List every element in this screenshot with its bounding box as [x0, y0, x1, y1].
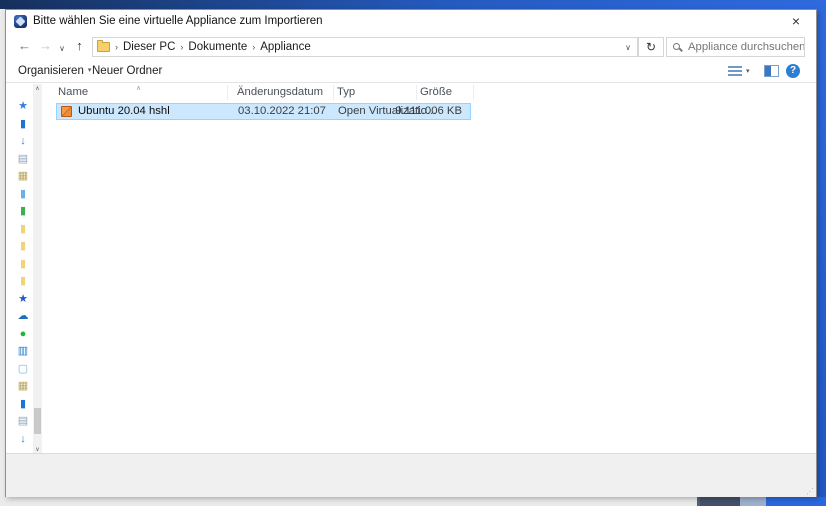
downloads-2-icon[interactable]: ↓	[20, 433, 26, 446]
3d-objects-icon[interactable]: ▢	[18, 363, 28, 376]
documents-icon[interactable]: ▤	[18, 153, 28, 166]
view-mode-chevron-icon[interactable]: ▾	[746, 66, 750, 77]
breadcrumb-this-pc[interactable]: Dieser PC	[123, 41, 175, 53]
this-pc-icon[interactable]: ▥	[18, 345, 28, 358]
column-divider[interactable]	[473, 85, 474, 100]
search-box[interactable]	[666, 37, 805, 57]
synced-folder-icon[interactable]: ▮	[20, 205, 26, 218]
breadcrumb-appliance[interactable]: Appliance	[260, 41, 311, 53]
virtualbox-icon	[14, 15, 27, 28]
resize-grip[interactable]: ⋰	[806, 488, 814, 496]
documents-2-icon[interactable]: ▤	[18, 415, 28, 428]
chevron-down-icon: ▾	[88, 67, 92, 74]
dialog-title: Bitte wählen Sie eine virtuelle Applianc…	[33, 10, 323, 33]
breadcrumb-documents[interactable]: Dokumente	[188, 41, 247, 53]
file-open-dialog: Bitte wählen Sie eine virtuelle Applianc…	[5, 9, 817, 497]
breadcrumb-separator: ›	[115, 42, 118, 52]
folder-1-icon[interactable]: ▮	[20, 223, 26, 236]
background-bottom-light	[740, 497, 766, 506]
preview-pane-icon[interactable]	[764, 65, 779, 77]
column-divider[interactable]	[227, 85, 228, 100]
address-dropdown-icon[interactable]: ∨	[625, 43, 631, 52]
folder-2-icon[interactable]: ▮	[20, 240, 26, 253]
column-header-size[interactable]: Größe	[420, 84, 452, 101]
command-bar: Organisieren▾ Neuer Ordner ▾ ?	[6, 60, 816, 83]
scroll-up-icon[interactable]: ∧	[32, 84, 43, 94]
pictures-icon[interactable]: ▦	[18, 170, 28, 183]
background-bottom-right	[766, 497, 826, 506]
file-modified-date: 03.10.2022 21:07	[238, 104, 326, 119]
column-divider[interactable]	[333, 85, 334, 100]
pictures-2-icon[interactable]: ▦	[18, 380, 28, 393]
desktop-2-icon[interactable]: ▮	[20, 398, 26, 411]
breadcrumb-separator: ›	[252, 42, 255, 52]
dialog-footer: Dateiname: ∨ Open Virtualization Format …	[6, 453, 816, 497]
refresh-icon[interactable]: ↻	[638, 37, 664, 57]
background-right-strip	[817, 0, 826, 506]
search-input[interactable]	[688, 41, 804, 53]
dropbox-icon[interactable]: ★	[18, 293, 28, 306]
search-icon	[673, 43, 682, 52]
whatsapp-icon[interactable]: ●	[20, 328, 27, 341]
folder-3-icon[interactable]: ▮	[20, 258, 26, 271]
column-header-name[interactable]: Name	[58, 84, 88, 101]
back-icon[interactable]: ←	[15, 36, 34, 55]
cloud-folder-icon[interactable]: ▮	[20, 188, 26, 201]
onedrive-icon[interactable]: ☁	[18, 310, 29, 323]
column-header-modified[interactable]: Änderungsdatum	[237, 84, 323, 101]
folder-icon	[97, 42, 110, 52]
ova-file-icon	[61, 106, 72, 117]
title-bar[interactable]: Bitte wählen Sie eine virtuelle Applianc…	[6, 10, 816, 33]
background-bottom-left	[0, 497, 697, 506]
up-icon[interactable]: ↑	[70, 36, 89, 55]
forward-icon: →	[36, 36, 55, 55]
file-row-selected[interactable]: Ubuntu 20.04 hshl 03.10.2022 21:07 Open …	[56, 103, 471, 120]
file-name: Ubuntu 20.04 hshl	[78, 104, 170, 119]
column-divider[interactable]	[416, 85, 417, 100]
sidebar-scrollbar[interactable]	[33, 84, 42, 455]
column-header-type[interactable]: Typ	[337, 84, 355, 101]
file-size: 9.111.006 KB	[395, 104, 462, 119]
breadcrumb-separator: ›	[180, 42, 183, 52]
downloads-icon[interactable]: ↓	[20, 135, 26, 148]
organize-button[interactable]: Organisieren▾	[18, 60, 91, 82]
close-icon[interactable]: ×	[780, 11, 812, 32]
desktop-icon[interactable]: ▮	[20, 118, 26, 131]
sidebar-icons: ★ ▮ ↓ ▤ ▦ ▮ ▮ ▮ ▮ ▮ ▮ ★ ☁ ● ▥ ▢ ▦ ▮ ▤ ↓	[12, 100, 34, 446]
sidebar-scrollbar-thumb[interactable]	[34, 408, 41, 434]
screen: Bitte wählen Sie eine virtuelle Applianc…	[0, 0, 826, 506]
folder-4-icon[interactable]: ▮	[20, 275, 26, 288]
background-top-strip	[0, 0, 826, 9]
sort-ascending-icon: ∧	[136, 80, 141, 97]
quick-access-icon[interactable]: ★	[18, 100, 28, 113]
help-icon[interactable]: ?	[786, 64, 800, 78]
new-folder-button[interactable]: Neuer Ordner	[92, 60, 162, 82]
address-bar[interactable]: › Dieser PC › Dokumente › Appliance ∨	[92, 37, 638, 57]
view-mode-icon[interactable]	[728, 66, 742, 77]
history-chevron-icon[interactable]: ∨	[56, 39, 68, 58]
background-bottom-mid	[700, 497, 740, 506]
